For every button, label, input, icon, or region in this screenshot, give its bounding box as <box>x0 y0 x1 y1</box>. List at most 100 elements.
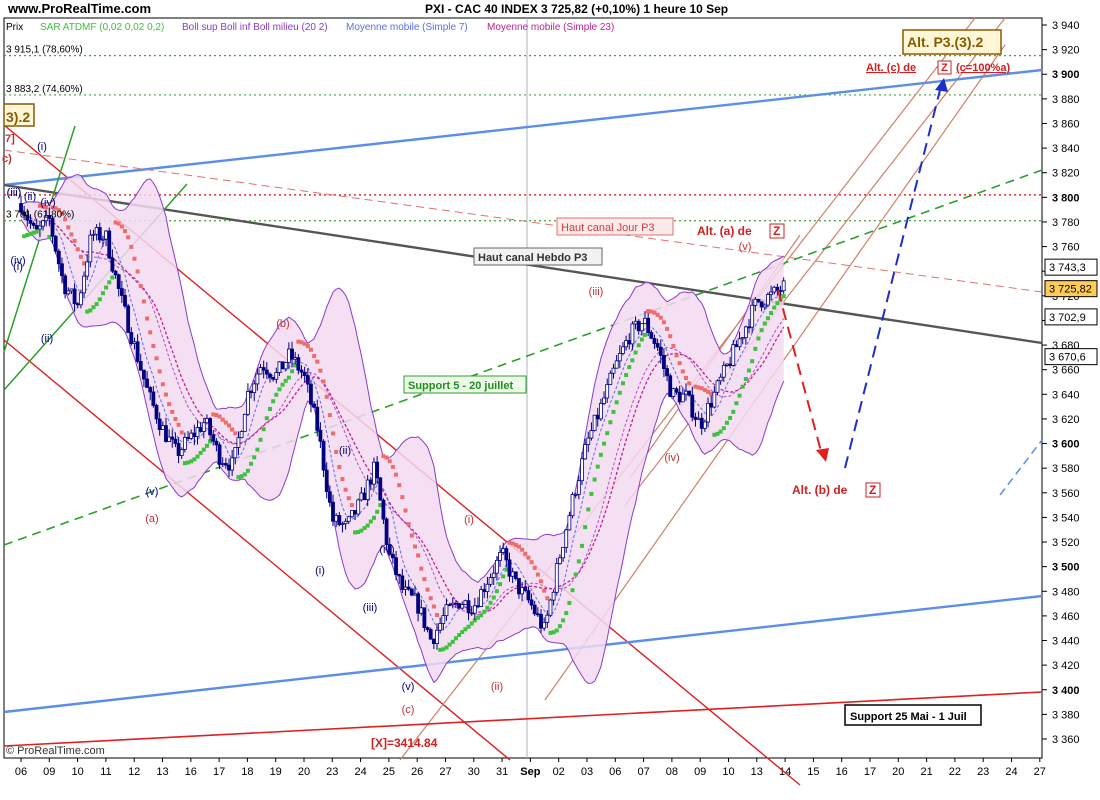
legend-boll: Boll sup Boll inf Boll milieu (20 2) <box>182 22 328 33</box>
sar-dot <box>526 555 531 560</box>
candle-body <box>523 586 528 591</box>
candle-body <box>624 340 629 348</box>
candle-body <box>324 469 329 493</box>
candle-body <box>507 559 512 577</box>
x-tick-label: 06 <box>609 766 621 778</box>
sar-dot <box>245 468 250 473</box>
sar-dot <box>598 452 603 457</box>
elliott-wave-label: (ii) <box>41 333 53 345</box>
sar-dot <box>422 577 427 582</box>
candle-body <box>290 348 294 360</box>
legend-prix: Prix <box>6 22 23 33</box>
sar-dot <box>636 343 641 348</box>
candle-body <box>31 222 36 226</box>
candle-body <box>759 301 764 308</box>
sar-dot <box>485 605 490 610</box>
sar-dot <box>542 588 547 593</box>
candle-body <box>227 464 231 471</box>
sar-dot <box>501 574 506 579</box>
candle-body <box>510 571 515 577</box>
sar-dot <box>271 399 276 404</box>
sar-dot <box>734 401 739 406</box>
candle-body <box>107 230 112 259</box>
candle-body <box>520 586 525 595</box>
sar-dot <box>318 368 323 373</box>
sar-dot <box>163 392 168 397</box>
y-tick-label: 3 380 <box>1052 709 1080 721</box>
candle-body <box>595 414 600 420</box>
sar-dot <box>564 611 569 616</box>
sar-dot <box>589 491 594 496</box>
candle-body <box>305 375 310 385</box>
candle-body <box>286 348 291 363</box>
candle-body <box>403 586 408 590</box>
candle-body <box>53 235 58 252</box>
sar-dot <box>107 280 112 285</box>
y-tick-label: 3 860 <box>1052 118 1080 130</box>
candle-body <box>658 346 663 356</box>
candle-body <box>535 613 540 616</box>
candle-body <box>740 337 745 340</box>
candle-body <box>551 591 556 601</box>
candle-body <box>438 623 443 631</box>
y-tick-label: 3 560 <box>1052 488 1080 500</box>
candle-body <box>78 292 83 306</box>
candle-body <box>135 341 140 362</box>
x-tick-label: 13 <box>751 766 763 778</box>
sar-dot <box>154 356 159 361</box>
sar-dot <box>261 427 266 432</box>
support25-label: Support 25 Mai - 1 Juil <box>850 711 967 723</box>
candle-body <box>91 233 96 236</box>
candle-body <box>671 388 676 397</box>
candle-body <box>447 604 452 607</box>
sar-dot <box>252 455 257 460</box>
candle-body <box>334 515 339 522</box>
sar-dot <box>737 393 742 398</box>
site-name[interactable]: www.ProRealTime.com <box>7 1 151 16</box>
sar-dot <box>668 334 673 339</box>
candle-body <box>372 461 376 485</box>
x-tick-label: 12 <box>128 766 140 778</box>
candle-body <box>384 518 389 545</box>
candle-body <box>176 443 181 456</box>
sar-dot <box>592 477 597 482</box>
candle-body <box>712 391 717 408</box>
sar-dot <box>633 350 638 355</box>
sar-dot <box>334 449 339 454</box>
sar-dot <box>305 344 310 349</box>
sar-dot <box>435 612 440 617</box>
sar-dot <box>321 379 326 384</box>
x-tick-label: 23 <box>977 766 989 778</box>
candle-body <box>104 230 108 240</box>
candle-body <box>38 225 42 230</box>
sar-dot <box>557 624 562 629</box>
y-tick-label: 3 360 <box>1052 734 1080 746</box>
elliott-wave-label: (iii) <box>589 286 604 298</box>
sar-dot <box>135 269 140 274</box>
sar-dot <box>160 382 165 387</box>
sar-dot <box>554 628 559 633</box>
candle-body <box>157 418 162 431</box>
candle-body <box>441 615 446 624</box>
sar-dot <box>406 522 411 527</box>
sar-dot <box>769 311 774 316</box>
sar-dot <box>494 589 499 594</box>
x-low-label: [X]=3414.84 <box>371 736 438 750</box>
sar-dot <box>639 337 644 342</box>
y-tick-label: 3 420 <box>1052 660 1080 672</box>
candle-body <box>368 479 373 485</box>
candle-body <box>548 599 553 616</box>
sar-dot <box>327 413 332 418</box>
cac40-hourly-chart[interactable]: 3 360 3 380 3 400 3 420 3 440 3 460 3 480 3 500… <box>0 0 1100 800</box>
sar-dot <box>602 441 607 446</box>
candle-body <box>639 323 644 332</box>
candle-body <box>145 378 149 388</box>
candle-body <box>542 621 547 629</box>
candle-body <box>636 320 641 332</box>
y-tick-label: 3 500 <box>1052 562 1080 574</box>
sar-dot <box>561 618 566 623</box>
sar-dot <box>428 596 433 601</box>
sar-dot <box>69 232 74 237</box>
sar-dot <box>409 533 414 538</box>
candle-body <box>699 417 704 429</box>
